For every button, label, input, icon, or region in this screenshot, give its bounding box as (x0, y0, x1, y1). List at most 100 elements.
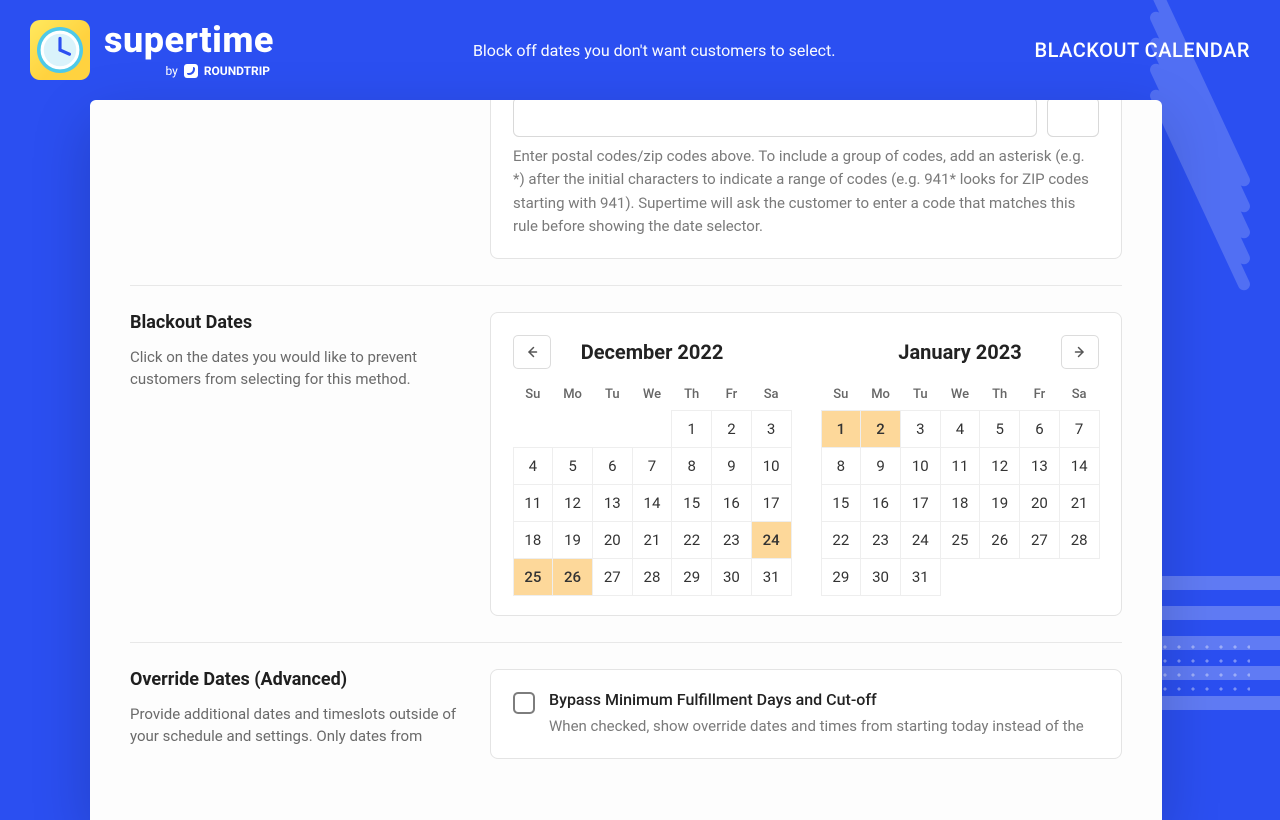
calendar-day[interactable]: 10 (751, 447, 792, 485)
blackout-dates-desc: Click on the dates you would like to pre… (130, 347, 460, 391)
calendar-day[interactable]: 26 (979, 521, 1020, 559)
calendar-dow: Sa (1059, 379, 1099, 410)
blackout-dates-section: Blackout Dates Click on the dates you wo… (130, 285, 1122, 616)
header-tagline: Block off dates you don't want customers… (274, 41, 1035, 60)
calendar-day[interactable]: 16 (860, 484, 901, 522)
calendar-day[interactable]: 17 (751, 484, 792, 522)
calendar-day[interactable]: 1 (821, 410, 862, 448)
calendar-day[interactable]: 9 (860, 447, 901, 485)
calendar-day[interactable]: 5 (552, 447, 593, 485)
calendar-day[interactable]: 22 (821, 521, 862, 559)
calendar-day[interactable]: 14 (1059, 447, 1100, 485)
calendar-day[interactable]: 31 (751, 558, 792, 596)
calendar-blank (632, 410, 673, 448)
calendar-day[interactable]: 4 (940, 410, 981, 448)
calendar-day[interactable]: 11 (940, 447, 981, 485)
calendar-day[interactable]: 2 (860, 410, 901, 448)
blackout-calendar-card: December 2022 SuMoTuWeThFrSa 12345678910… (490, 312, 1122, 616)
brand-logo-tile (30, 20, 90, 80)
calendar-day[interactable]: 22 (671, 521, 712, 559)
calendar-day[interactable]: 15 (671, 484, 712, 522)
calendar-day[interactable]: 13 (592, 484, 633, 522)
calendar-day[interactable]: 20 (592, 521, 633, 559)
calendar-day[interactable]: 11 (513, 484, 554, 522)
roundtrip-icon (184, 64, 198, 78)
calendar-day[interactable]: 19 (979, 484, 1020, 522)
calendar-day[interactable]: 8 (821, 447, 862, 485)
calendar-day[interactable]: 23 (860, 521, 901, 559)
calendar-dow: Tu (592, 379, 632, 410)
arrow-right-icon (1071, 343, 1089, 361)
calendar-day[interactable]: 25 (940, 521, 981, 559)
calendar-dow: Sa (751, 379, 791, 410)
page-title: BLACKOUT CALENDAR (1035, 38, 1251, 62)
calendar-day[interactable]: 18 (513, 521, 554, 559)
calendar-day[interactable]: 27 (592, 558, 633, 596)
calendar-day[interactable]: 29 (671, 558, 712, 596)
calendar-blank (592, 410, 633, 448)
calendar-day[interactable]: 2 (711, 410, 752, 448)
calendar-day[interactable]: 25 (513, 558, 554, 596)
override-dates-desc: Provide additional dates and timeslots o… (130, 704, 460, 748)
calendar-day[interactable]: 15 (821, 484, 862, 522)
app-header: supertime by ROUNDTRIP Block off dates y… (0, 0, 1280, 100)
calendar-day[interactable]: 7 (1059, 410, 1100, 448)
override-dates-title: Override Dates (Advanced) (130, 669, 460, 690)
calendar-day[interactable]: 20 (1019, 484, 1060, 522)
calendar-day[interactable]: 9 (711, 447, 752, 485)
calendar-day[interactable]: 7 (632, 447, 673, 485)
calendar-day[interactable]: 30 (711, 558, 752, 596)
calendar-day[interactable]: 23 (711, 521, 752, 559)
calendar-day[interactable]: 4 (513, 447, 554, 485)
arrow-left-icon (523, 343, 541, 361)
calendar-day[interactable]: 6 (592, 447, 633, 485)
calendar-day[interactable]: 16 (711, 484, 752, 522)
calendar-day[interactable]: 29 (821, 558, 862, 596)
calendar-next-button[interactable] (1061, 335, 1099, 369)
settings-panel: Enter postal codes/zip codes above. To i… (90, 100, 1162, 820)
calendar-dow: We (940, 379, 980, 410)
blackout-dates-title: Blackout Dates (130, 312, 460, 333)
calendar-day[interactable]: 8 (671, 447, 712, 485)
calendar-day[interactable]: 21 (1059, 484, 1100, 522)
calendar-day[interactable]: 14 (632, 484, 673, 522)
calendar-day[interactable]: 31 (900, 558, 941, 596)
calendar-day[interactable]: 18 (940, 484, 981, 522)
calendar-day[interactable]: 28 (632, 558, 673, 596)
calendar-dow: Fr (1020, 379, 1060, 410)
calendar-day[interactable]: 10 (900, 447, 941, 485)
brand-logo-block: supertime by ROUNDTRIP (30, 20, 274, 80)
calendar-day[interactable]: 6 (1019, 410, 1060, 448)
override-dates-card: Bypass Minimum Fulfillment Days and Cut-… (490, 669, 1122, 759)
calendar-day[interactable]: 3 (751, 410, 792, 448)
bypass-checkbox[interactable] (513, 692, 535, 714)
calendar-day[interactable]: 17 (900, 484, 941, 522)
calendar-day[interactable]: 1 (671, 410, 712, 448)
calendar-day[interactable]: 24 (751, 521, 792, 559)
calendar-day[interactable]: 5 (979, 410, 1020, 448)
calendar-prev-button[interactable] (513, 335, 551, 369)
bypass-desc: When checked, show override dates and ti… (549, 715, 1084, 738)
calendar-dow: We (632, 379, 672, 410)
brand-wordmark: supertime by ROUNDTRIP (104, 22, 274, 78)
calendar-day[interactable]: 27 (1019, 521, 1060, 559)
calendar-day[interactable]: 3 (900, 410, 941, 448)
calendar-day[interactable]: 26 (552, 558, 593, 596)
calendar-day[interactable]: 19 (552, 521, 593, 559)
calendar-day[interactable]: 24 (900, 521, 941, 559)
postal-codes-input[interactable] (513, 100, 1037, 137)
calendar-blank (513, 410, 554, 448)
brand-name: supertime (104, 22, 274, 58)
clock-icon (37, 27, 83, 73)
calendar-dow: Th (980, 379, 1020, 410)
calendar-day[interactable]: 12 (979, 447, 1020, 485)
calendar-day[interactable]: 21 (632, 521, 673, 559)
calendar-day[interactable]: 28 (1059, 521, 1100, 559)
postal-codes-add-button[interactable] (1047, 100, 1099, 137)
calendar-day[interactable]: 13 (1019, 447, 1060, 485)
brand-byline: by ROUNDTRIP (104, 64, 274, 78)
calendar-day[interactable]: 30 (860, 558, 901, 596)
calendar-day[interactable]: 12 (552, 484, 593, 522)
calendar-dow: Mo (553, 379, 593, 410)
calendar-left: December 2022 SuMoTuWeThFrSa 12345678910… (513, 333, 791, 595)
